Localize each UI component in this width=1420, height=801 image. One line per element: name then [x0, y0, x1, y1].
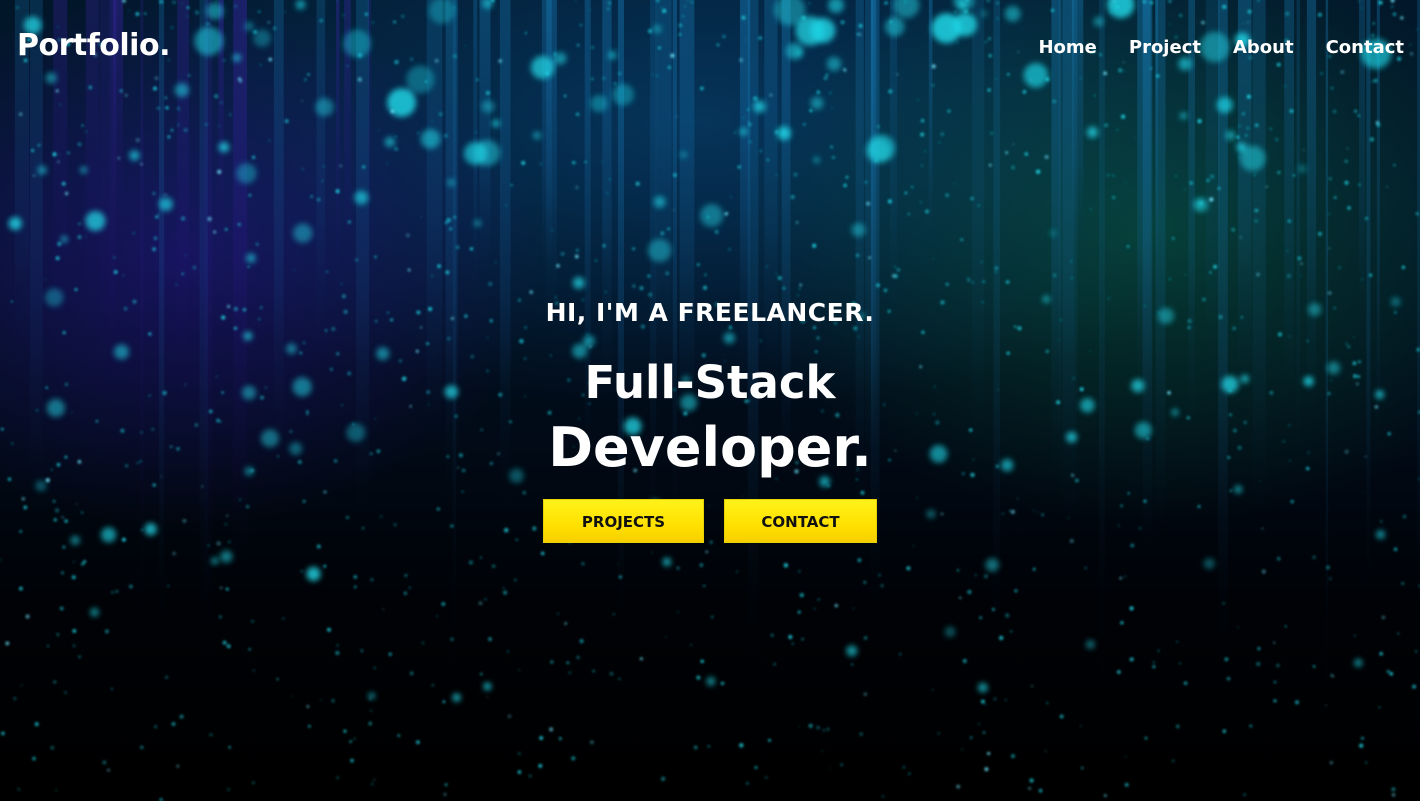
- nav-link-home[interactable]: Home: [1038, 37, 1096, 58]
- contact-button[interactable]: CONTACT: [724, 499, 877, 543]
- hero-section: Portfolio. Home Project About Contact HI…: [0, 0, 1420, 801]
- nav-link-about[interactable]: About: [1233, 37, 1294, 58]
- site-logo[interactable]: Portfolio.: [17, 28, 170, 63]
- hero-headline-line2: Developer.: [548, 416, 872, 479]
- hero-headline-line1: Full-Stack: [584, 356, 836, 409]
- nav-link-project[interactable]: Project: [1129, 37, 1201, 58]
- cta-button-group: PROJECTS CONTACT: [0, 499, 1420, 543]
- nav-menu: Home Project About Contact: [1038, 37, 1404, 58]
- nav-link-contact[interactable]: Contact: [1326, 37, 1404, 58]
- hero-intro: HI, I'M A FREELANCER.: [545, 298, 875, 327]
- navbar: Portfolio. Home Project About Contact: [0, 0, 1420, 100]
- projects-button[interactable]: PROJECTS: [543, 499, 704, 543]
- hero-content: HI, I'M A FREELANCER. Full-Stack Develop…: [0, 293, 1420, 543]
